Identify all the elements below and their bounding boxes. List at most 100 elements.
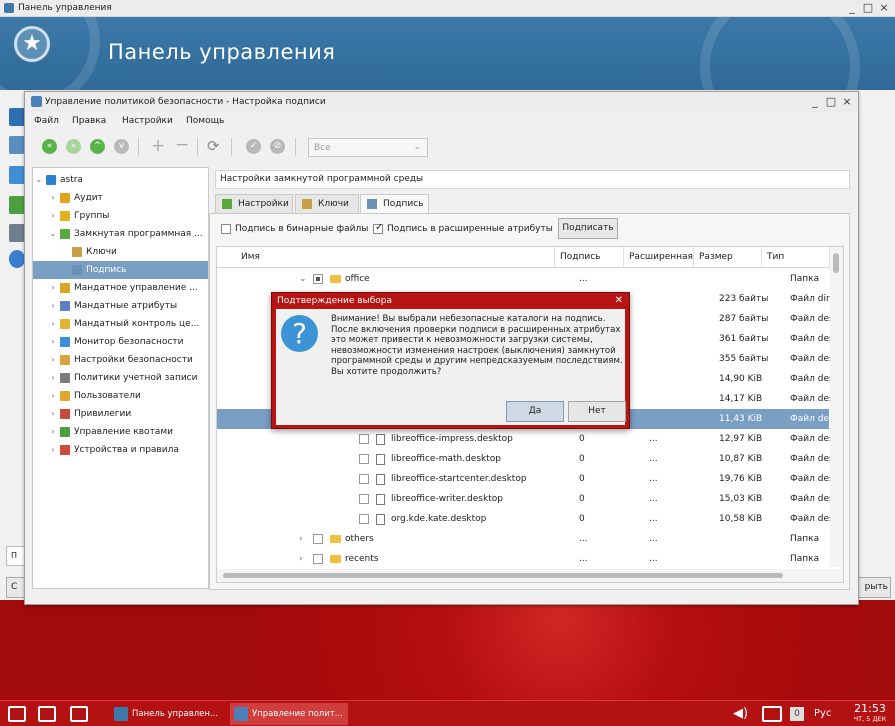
chevron-right-icon[interactable]: › <box>299 529 303 549</box>
volume-icon[interactable]: ◀) <box>733 706 748 721</box>
chevron-right-icon[interactable]: › <box>49 405 57 423</box>
file-manager-icon[interactable] <box>70 706 88 722</box>
maximize-button[interactable]: □ <box>824 96 838 108</box>
network-icon[interactable] <box>762 706 782 722</box>
gear-icon[interactable] <box>9 250 25 268</box>
menu-file[interactable]: Файл <box>34 116 59 126</box>
vertical-scrollbar[interactable] <box>830 247 843 567</box>
add-icon[interactable]: + <box>151 136 165 156</box>
chevron-right-icon[interactable]: › <box>49 297 57 315</box>
left-button-partial[interactable]: С <box>6 577 26 598</box>
tree-item[interactable]: Подпись <box>33 261 208 279</box>
row-checkbox[interactable] <box>313 274 323 284</box>
clock[interactable]: 21:53 ЧТ, 5 ДЕК <box>848 703 892 724</box>
tree-item[interactable]: ⌄ astra <box>33 171 208 189</box>
chevron-right-icon[interactable]: › <box>49 369 57 387</box>
tree-item[interactable]: › Настройки безопасности <box>33 351 208 369</box>
column-header-name[interactable]: Имя <box>217 247 555 268</box>
tree-item[interactable]: Ключи <box>33 243 208 261</box>
yes-button[interactable]: Да <box>506 401 564 422</box>
dialog-close-icon[interactable]: ✕ <box>615 295 623 306</box>
vertical-scrollbar-thumb[interactable] <box>833 253 839 273</box>
tree-item[interactable]: › Монитор безопасности <box>33 333 208 351</box>
table-row[interactable]: libreoffice-startcenter.desktop 0... 19,76… <box>217 469 843 489</box>
chevron-right-icon[interactable]: › <box>49 441 57 459</box>
binary-signature-checkbox[interactable] <box>221 224 231 234</box>
row-checkbox[interactable] <box>359 434 369 444</box>
minimize-button[interactable]: _ <box>845 2 859 14</box>
down-icon[interactable]: v <box>114 139 129 154</box>
table-row[interactable]: org.kde.kate.desktop0...10,58 KiBФайл de… <box>217 509 843 529</box>
horizontal-scrollbar-thumb[interactable] <box>223 573 783 578</box>
chevron-right-icon[interactable]: › <box>49 351 57 369</box>
minimize-button[interactable]: _ <box>808 96 822 108</box>
policy-window-titlebar[interactable]: Управление политикой безопасности - Наст… <box>25 92 858 112</box>
tree-item[interactable]: › Мандатное управление ... <box>33 279 208 297</box>
cancel-icon[interactable]: ⊘ <box>270 139 285 154</box>
tab-settings[interactable]: Настройки <box>215 194 293 214</box>
tab-keys[interactable]: Ключи <box>295 194 359 214</box>
maximize-button[interactable]: □ <box>861 2 875 14</box>
category-icon[interactable] <box>9 136 25 154</box>
up-icon[interactable]: ^ <box>90 139 105 154</box>
chevron-down-icon[interactable]: ⌄ <box>35 171 43 189</box>
row-checkbox[interactable] <box>313 554 323 564</box>
tree-item[interactable]: › Привилегии <box>33 405 208 423</box>
policy-tree[interactable]: ⌄ astra › Аудит › Группы ⌄ Замкнутая программна… <box>32 167 209 589</box>
close-button[interactable]: × <box>840 96 854 108</box>
table-row[interactable]: ⌄ office... Папка <box>217 269 829 289</box>
table-row[interactable]: libreoffice-writer.desktop 0... 15,03 KiB Ф… <box>217 489 843 509</box>
filter-combo[interactable]: Все ⌄ <box>308 138 428 157</box>
first-icon[interactable]: « <box>42 139 57 154</box>
row-checkbox[interactable] <box>359 454 369 464</box>
xattr-signature-checkbox[interactable] <box>373 222 383 234</box>
chevron-down-icon[interactable]: ⌄ <box>299 269 307 289</box>
table-row[interactable]: libreoffice-math.desktop 0... 10,87 KiB Фай… <box>217 449 843 469</box>
chevron-right-icon[interactable]: › <box>49 189 57 207</box>
chevron-right-icon[interactable]: › <box>49 333 57 351</box>
row-checkbox[interactable] <box>359 494 369 504</box>
no-button[interactable]: Нет <box>568 401 626 422</box>
row-checkbox[interactable] <box>359 474 369 484</box>
category-icon[interactable] <box>9 224 25 242</box>
menu-help[interactable]: Помощь <box>186 116 224 126</box>
menu-settings[interactable]: Настройки <box>122 116 173 126</box>
apply-icon[interactable]: ✓ <box>246 139 261 154</box>
tree-item[interactable]: › Аудит <box>33 189 208 207</box>
tree-item[interactable]: ⌄ Замкнутая программная ... <box>33 225 208 243</box>
tree-item[interactable]: › Пользователи <box>33 387 208 405</box>
tree-item[interactable]: › Группы <box>33 207 208 225</box>
column-header-extended[interactable]: Расширенная <box>624 247 694 268</box>
control-panel-titlebar[interactable]: Панель управления _ □ × <box>0 0 895 17</box>
close-window-button-partial[interactable]: рыть <box>855 577 891 598</box>
category-icon[interactable] <box>9 166 25 184</box>
horizontal-scrollbar[interactable] <box>217 569 843 582</box>
tree-item[interactable]: › Мандатные атрибуты <box>33 297 208 315</box>
table-row[interactable]: › recents...... Папка <box>217 549 829 569</box>
task-control-panel[interactable]: Панель управлен... <box>110 703 222 725</box>
row-checkbox[interactable] <box>313 534 323 544</box>
chevron-right-icon[interactable]: › <box>49 423 57 441</box>
tree-item[interactable]: › Устройства и правила <box>33 441 208 459</box>
task-security-policy[interactable]: Управление полит... <box>230 703 348 725</box>
column-header-signature[interactable]: Подпись <box>555 247 624 268</box>
table-row[interactable]: libreoffice-impress.desktop 0... 12,97 KiB… <box>217 429 843 449</box>
show-desktop-icon[interactable] <box>8 706 26 722</box>
column-header-type[interactable]: Тип <box>762 247 830 268</box>
table-row[interactable]: › others...... Папка <box>217 529 829 549</box>
row-checkbox[interactable] <box>359 514 369 524</box>
chevron-right-icon[interactable]: › <box>49 387 57 405</box>
refresh-icon[interactable]: ⟳ <box>207 137 220 155</box>
tab-signature[interactable]: Подпись <box>360 194 429 214</box>
column-header-size[interactable]: Размер <box>694 247 762 268</box>
close-button[interactable]: × <box>877 2 891 14</box>
chevron-right-icon[interactable]: › <box>49 207 57 225</box>
tree-item[interactable]: › Мандатный контроль це... <box>33 315 208 333</box>
category-icon[interactable] <box>9 196 25 214</box>
tree-item[interactable]: › Управление квотами <box>33 423 208 441</box>
sign-button[interactable]: Подписать <box>558 218 618 239</box>
windows-icon[interactable] <box>38 706 56 722</box>
chevron-right-icon[interactable]: › <box>49 315 57 333</box>
menu-edit[interactable]: Правка <box>72 116 106 126</box>
prev-icon[interactable]: » <box>66 139 81 154</box>
